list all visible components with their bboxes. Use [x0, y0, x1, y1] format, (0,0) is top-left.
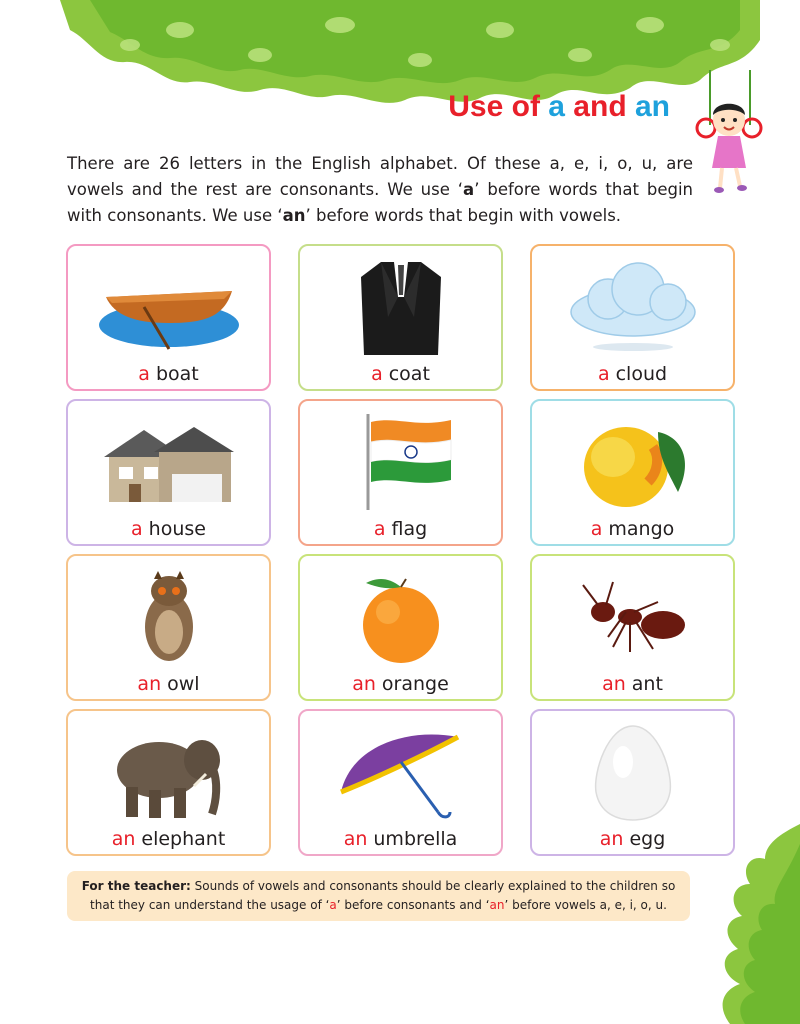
card-article: a: [590, 518, 603, 540]
title-article-an: an: [634, 90, 670, 123]
card-article: a: [371, 363, 383, 385]
intro-bold-an: an: [282, 206, 306, 225]
flag-icon: [300, 409, 501, 514]
bush-decoration: [722, 824, 800, 1024]
card-boat: a boat: [66, 244, 271, 391]
card-word: cloud: [615, 363, 668, 385]
teacher-note: For the teacher: Sounds of vowels and co…: [67, 871, 690, 921]
girl-on-swing-illustration: [695, 70, 763, 193]
teacher-note-text-3: ’ before vowels a, e, i, o, u.: [504, 898, 667, 912]
card-flag: a flag: [298, 399, 503, 546]
intro-paragraph: There are 26 letters in the English alph…: [67, 151, 693, 229]
title-and: and: [564, 90, 635, 123]
card-word: house: [148, 518, 206, 540]
card-word: elephant: [141, 828, 226, 850]
coat-icon: [300, 254, 501, 359]
card-article: an: [137, 673, 162, 695]
house-icon: [68, 409, 269, 514]
title-prefix: Use of: [448, 90, 549, 123]
ant-icon: [532, 564, 733, 669]
card-article: an: [343, 828, 368, 850]
teacher-note-an: an: [489, 898, 505, 912]
card-article: an: [599, 828, 624, 850]
card-article: a: [597, 363, 610, 385]
page-title: Use of a and an: [420, 90, 670, 124]
card-article: a: [373, 518, 386, 540]
egg-icon: [532, 719, 733, 824]
umbrella-icon: [300, 719, 501, 824]
teacher-note-heading: For the teacher:: [81, 879, 191, 893]
teacher-note-text-2: ’ before consonants and ‘: [336, 898, 490, 912]
card-article: an: [111, 828, 136, 850]
card-house: a house: [66, 399, 271, 546]
intro-text-3: ’ before words that begin with vowels.: [305, 206, 622, 225]
card-word: owl: [167, 673, 200, 695]
title-article-a: a: [548, 90, 565, 123]
card-word: ant: [631, 673, 663, 695]
mango-icon: [532, 409, 733, 514]
teacher-note-a: a: [329, 898, 337, 912]
boat-icon: [68, 254, 269, 359]
cloud-icon: [532, 254, 733, 359]
card-mango: a mango: [530, 399, 735, 546]
card-article: an: [602, 673, 626, 695]
card-coat: a coat: [298, 244, 503, 391]
card-elephant: an elephant: [66, 709, 271, 856]
card-umbrella: an umbrella: [298, 709, 503, 856]
card-word: boat: [155, 363, 199, 385]
card-word: umbrella: [373, 828, 458, 850]
card-owl: an owl: [66, 554, 271, 701]
elephant-icon: [68, 719, 269, 824]
card-orange: an orange: [298, 554, 503, 701]
card-word: orange: [381, 673, 449, 695]
page-number: 7: [719, 880, 735, 910]
card-article: a: [131, 518, 143, 540]
card-word: coat: [388, 363, 430, 385]
card-article: a: [138, 363, 150, 385]
card-word: mango: [608, 518, 675, 540]
tree-foliage-decoration: [60, 0, 760, 103]
card-ant: an ant: [530, 554, 735, 701]
card-cloud: a cloud: [530, 244, 735, 391]
card-word: egg: [629, 828, 666, 850]
card-egg: an egg: [530, 709, 735, 856]
card-article: an: [352, 673, 376, 695]
orange-icon: [300, 564, 501, 669]
intro-bold-a: a: [463, 180, 475, 199]
picture-card-grid: a boat a coat a cloud a house a flag a mango: [66, 244, 735, 856]
card-word: flag: [391, 518, 428, 540]
owl-icon: [68, 564, 269, 669]
